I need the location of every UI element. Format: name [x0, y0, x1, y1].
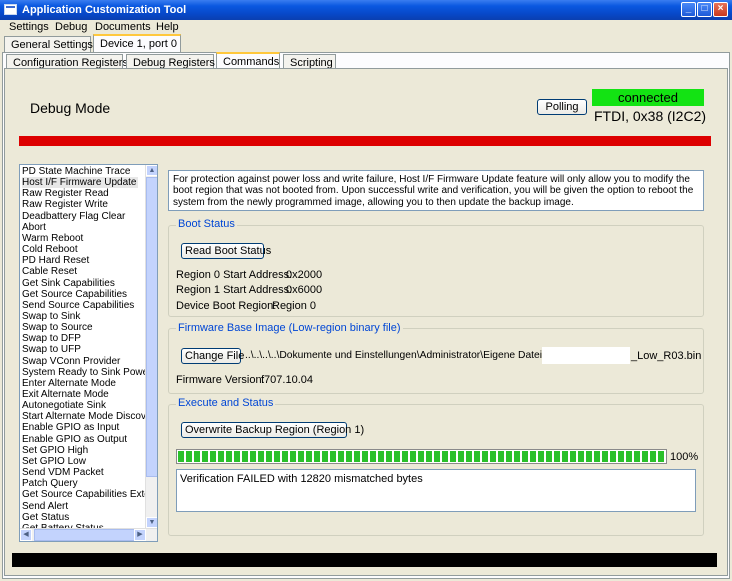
command-item[interactable]: Swap to UFP [22, 344, 146, 355]
progress-bar [176, 449, 667, 464]
command-item[interactable]: Swap VConn Provider [22, 356, 146, 367]
command-item[interactable]: Cable Reset [22, 266, 146, 277]
command-item[interactable]: Start Alternate Mode Discov [22, 411, 146, 422]
firmware-version-label: Firmware Version: [176, 374, 265, 386]
execute-label: Execute and Status [176, 397, 276, 409]
command-item[interactable]: Send Alert [22, 501, 146, 512]
device-boot-region-value: Region 0 [272, 300, 317, 312]
status-bar-red [19, 136, 711, 146]
command-item[interactable]: Swap to DFP [22, 333, 146, 344]
command-item[interactable]: Get Source Capabilities [22, 289, 146, 300]
firmware-path: ..\..\..\..\Dokumente und Einstellungen\… [245, 350, 557, 361]
region0-value: 0x2000 [286, 269, 323, 281]
result-output: Verification FAILED with 12820 mismatche… [176, 469, 696, 512]
command-item[interactable]: Raw Register Read [22, 188, 146, 199]
firmware-path-suffix: _Low_R03.bin [631, 350, 702, 362]
horizontal-scrollbar[interactable]: ◀ ▶ [20, 528, 157, 541]
maximize-button[interactable]: □ [697, 2, 712, 17]
command-list[interactable]: PD State Machine Trace Host I/F Firmware … [19, 164, 158, 542]
vertical-scrollbar[interactable]: ▲ ▼ [145, 165, 157, 528]
command-item[interactable]: Autonegotiate Sink [22, 400, 146, 411]
command-item[interactable]: Enable GPIO as Output [22, 434, 146, 445]
menu-help[interactable]: Help [156, 21, 179, 33]
description-text: For protection against power loss and wr… [168, 170, 704, 211]
device-boot-region-label: Device Boot Region: [176, 300, 277, 312]
command-item[interactable]: PD Hard Reset [22, 255, 146, 266]
firmware-label: Firmware Base Image (Low-region binary f… [176, 322, 403, 334]
close-button[interactable]: × [713, 2, 728, 17]
bottom-status-bar [12, 553, 717, 567]
scroll-left-icon[interactable]: ◀ [20, 529, 32, 541]
command-item[interactable]: Swap to Sink [22, 311, 146, 322]
minimize-button[interactable]: _ [681, 2, 696, 17]
command-item[interactable]: Set GPIO Low [22, 456, 146, 467]
menu-debug[interactable]: Debug [55, 21, 87, 33]
region1-value: 0x6000 [286, 284, 323, 296]
polling-button[interactable]: Polling [537, 99, 587, 115]
region0-label: Region 0 Start Address: [176, 269, 293, 281]
menu-bar: Settings Debug Documents Help [0, 20, 732, 35]
progress-percent: 100% [670, 451, 699, 463]
connection-status-badge: connected [592, 89, 704, 106]
command-item[interactable]: Enter Alternate Mode [22, 378, 146, 389]
command-item[interactable]: Send Source Capabilities [22, 300, 146, 311]
command-item[interactable]: Set GPIO High [22, 445, 146, 456]
command-item[interactable]: Get Source Capabilities Exte [22, 489, 146, 500]
connection-interface: FTDI, 0x38 (I2C2) [594, 108, 707, 124]
scroll-thumb[interactable] [146, 177, 157, 477]
scroll-right-icon[interactable]: ▶ [134, 529, 146, 541]
command-item[interactable]: Swap to Source [22, 322, 146, 333]
command-item[interactable]: System Ready to Sink Powe [22, 367, 146, 378]
region1-label: Region 1 Start Address: [176, 284, 293, 296]
firmware-version-value: f707.10.04 [261, 374, 313, 386]
scroll-up-icon[interactable]: ▲ [146, 165, 157, 176]
title-bar: Application Customization Tool _ □ × [0, 0, 732, 20]
app-icon [4, 4, 17, 15]
command-item[interactable]: PD State Machine Trace [22, 166, 146, 177]
command-item[interactable]: Host I/F Firmware Update [22, 177, 138, 189]
scroll-down-icon[interactable]: ▼ [146, 517, 157, 528]
redacted-filename [542, 347, 630, 364]
command-item[interactable]: Send VDM Packet [22, 467, 146, 478]
tab-device-1-port-0[interactable]: Device 1, port 0 [93, 34, 181, 53]
tab-general-settings[interactable]: General Settings [4, 36, 93, 53]
command-item[interactable]: Exit Alternate Mode [22, 389, 146, 400]
progress-fill [178, 451, 665, 462]
command-item[interactable]: Patch Query [22, 478, 146, 489]
change-file-button[interactable]: Change File [181, 348, 244, 364]
command-item[interactable]: Raw Register Write [22, 199, 146, 210]
command-item[interactable]: Cold Reboot [22, 244, 146, 255]
page-title: Debug Mode [30, 100, 111, 116]
window-title: Application Customization Tool [22, 4, 187, 16]
command-item[interactable]: Abort [22, 222, 146, 233]
command-item[interactable]: Enable GPIO as Input [22, 422, 146, 433]
overwrite-backup-button[interactable]: Overwrite Backup Region (Region 1) [181, 422, 364, 438]
read-boot-status-button[interactable]: Read Boot Status [181, 243, 271, 259]
menu-settings[interactable]: Settings [9, 21, 49, 33]
hscroll-thumb[interactable] [34, 529, 144, 541]
command-item[interactable]: Get Status [22, 512, 146, 523]
command-item[interactable]: Deadbattery Flag Clear [22, 211, 146, 222]
command-item[interactable]: Get Sink Capabilities [22, 278, 146, 289]
command-item[interactable]: Warm Reboot [22, 233, 146, 244]
menu-documents[interactable]: Documents [95, 21, 151, 33]
boot-status-label: Boot Status [176, 218, 237, 230]
